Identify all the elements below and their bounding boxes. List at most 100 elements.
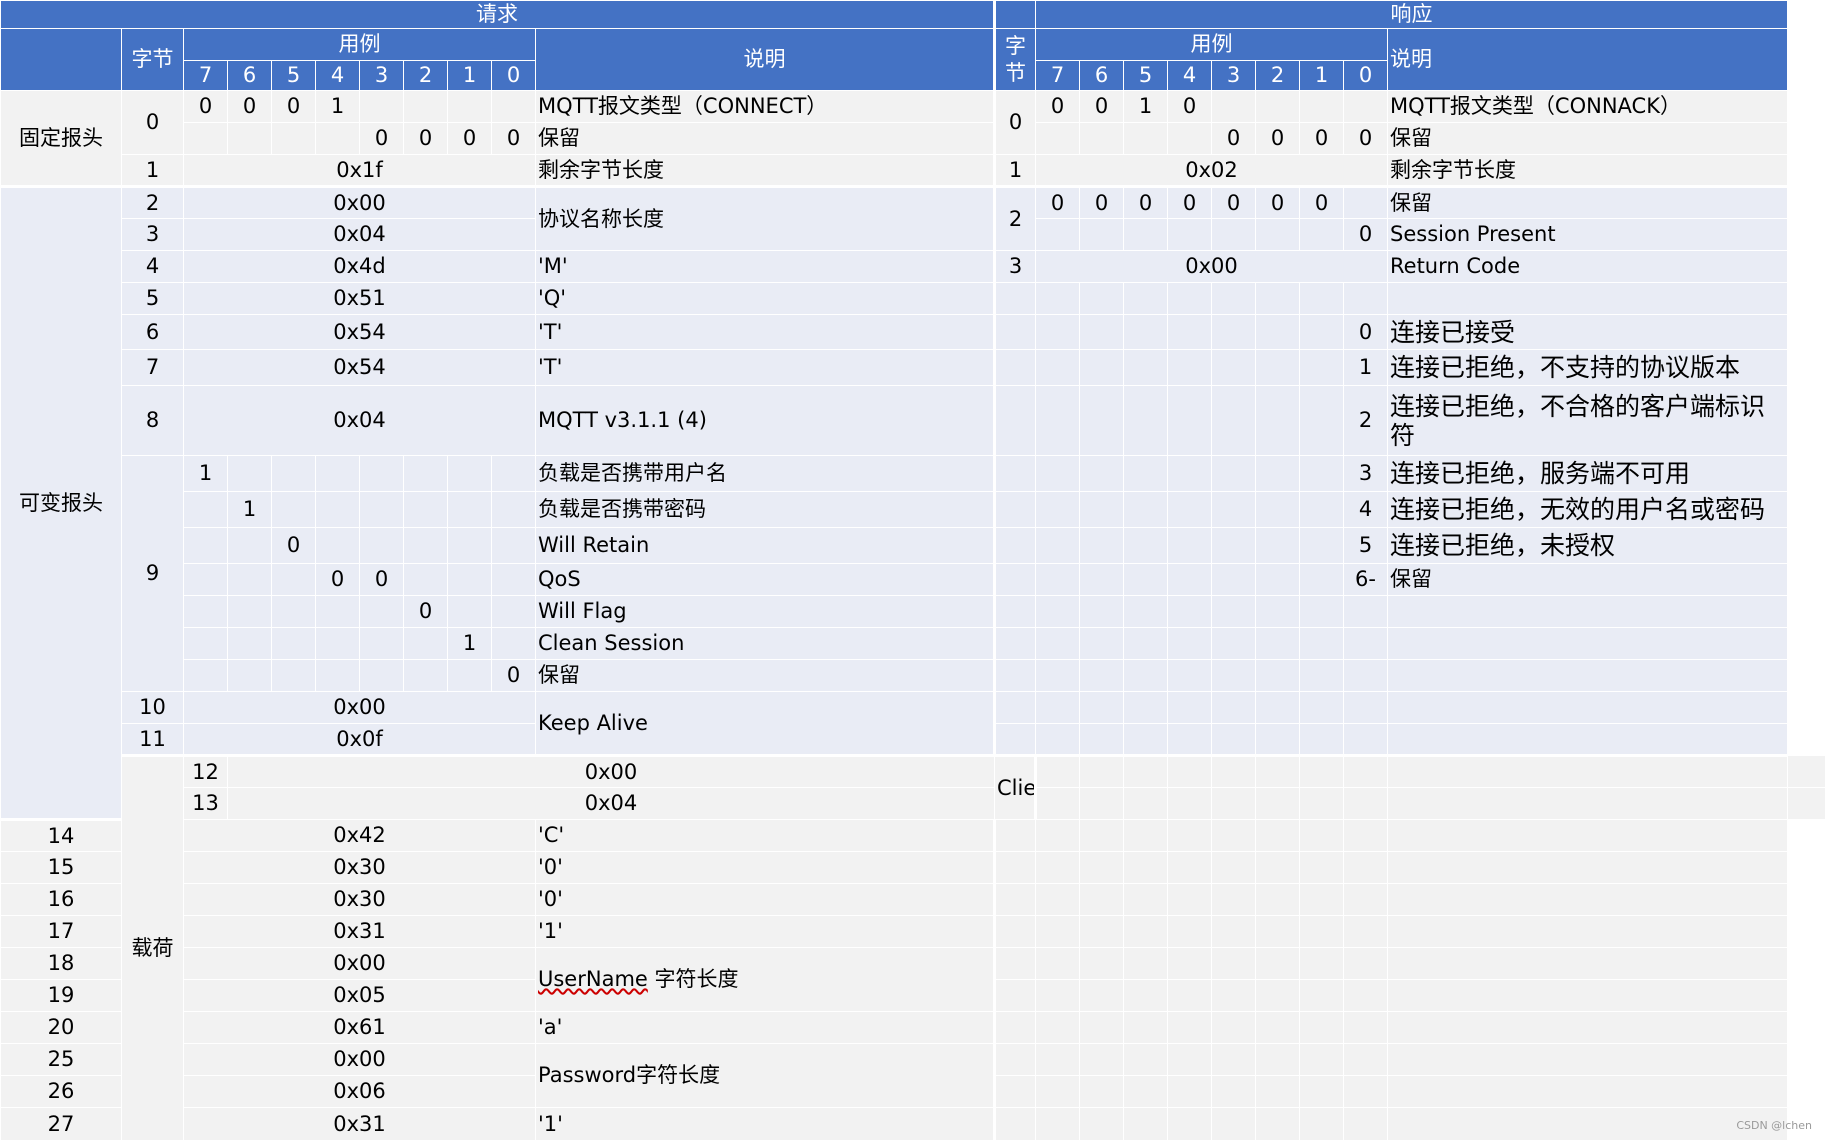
req-b4-value: 0x4d (183, 250, 536, 283)
req-byte-5: 5 (121, 282, 184, 315)
req-b1819-desc: UserName 字符长度 (535, 947, 996, 1012)
req-b10-value: 0x00 (183, 691, 536, 724)
req-byte-4: 4 (121, 250, 184, 283)
req-b9-desc-will-retain: Will Retain (535, 527, 996, 564)
req-b16-value: 0x30 (183, 883, 536, 916)
req-b15-desc: '0' (535, 851, 996, 884)
req-byte-15: 15 (0, 851, 122, 884)
resp-b2-bit5: 0 (1123, 186, 1168, 219)
byte-col-header: 字节 (121, 28, 184, 91)
req-byte-14: 14 (0, 819, 122, 852)
resp-bit-2-header: 2 (1255, 60, 1300, 91)
header-spacer (994, 0, 1036, 29)
req-byte-0: 0 (121, 90, 184, 155)
req-b9-desc-username: 负载是否携带用户名 (535, 455, 996, 492)
req-b25-value: 0x00 (183, 1043, 536, 1076)
resp-b2-bit4: 0 (1167, 186, 1212, 219)
req-b9-bit0: 0 (491, 659, 536, 692)
resp-b1-value: 0x02 (1035, 154, 1388, 188)
req-b9-bit1: 1 (447, 627, 492, 660)
bit-4-header: 4 (315, 60, 360, 91)
req-b0-desc-reserved: 保留 (535, 122, 996, 155)
resp-b2-bit7: 0 (1035, 186, 1080, 219)
resp-b2-bit6: 0 (1079, 186, 1124, 219)
bit-1-header: 1 (447, 60, 492, 91)
resp-desc-col-header: 说明 (1386, 28, 1789, 91)
resp-b1-desc: 剩余字节长度 (1386, 154, 1789, 188)
req-b5-desc: 'Q' (535, 282, 996, 315)
req-b23-desc: 协议名称长度 (535, 186, 996, 251)
req-byte-27: 27 (0, 1107, 122, 1141)
req-b9-bit3: 0 (359, 563, 404, 596)
resp-b0-bit5: 1 (1123, 90, 1168, 123)
req-b9-desc-password: 负载是否携带密码 (535, 491, 996, 528)
req-b0-desc-type: MQTT报文类型（CONNECT） (535, 90, 996, 123)
resp-code-2: 2 (1343, 385, 1388, 456)
req-b9-bit7: 1 (183, 455, 228, 492)
req-byte-25: 25 (0, 1043, 122, 1076)
req-b0-bit4: 1 (315, 90, 360, 123)
req-b1-value: 0x1f (183, 154, 536, 188)
req-b9-desc-reserved: 保留 (535, 659, 996, 692)
resp-code-6-desc: 保留 (1386, 563, 1789, 596)
req-byte-18: 18 (0, 947, 122, 980)
req-b0-bit7: 0 (183, 90, 228, 123)
desc-col-header: 说明 (535, 28, 996, 91)
resp-b2-bit1: 0 (1299, 186, 1344, 219)
resp-bit-3-header: 3 (1211, 60, 1256, 91)
req-b27-value: 0x31 (183, 1107, 536, 1141)
resp-code-0-desc: 连接已接受 (1386, 314, 1789, 350)
mqtt-connect-table: 请求 响应 字节 用例 说明 字节 用例 说明 7 6 5 4 3 2 1 0 … (0, 0, 1826, 1141)
req-byte-13: 13 (183, 787, 228, 820)
bit-6-header: 6 (227, 60, 272, 91)
req-b18-value: 0x00 (183, 947, 536, 980)
req-b20-desc: 'a' (535, 1011, 996, 1044)
section-payload-header: 载荷 (121, 755, 184, 1141)
resp-bit-0-header: 0 (1343, 60, 1388, 91)
req-b2-value: 0x00 (183, 186, 536, 219)
resp-byte-col-header: 字节 (994, 28, 1036, 91)
resp-b0-bit1: 0 (1299, 122, 1344, 155)
section-header-blank (0, 28, 122, 91)
req-b8-value: 0x04 (183, 385, 536, 456)
resp-b0-bit6: 0 (1079, 90, 1124, 123)
req-b19-value: 0x05 (183, 979, 536, 1012)
resp-bit-1-header: 1 (1299, 60, 1344, 91)
req-byte-3: 3 (121, 218, 184, 251)
resp-b0-bit0: 0 (1343, 122, 1388, 155)
req-b1819-desc-word: UserName (538, 967, 648, 991)
req-byte-17: 17 (0, 915, 122, 948)
req-byte-19: 19 (0, 979, 122, 1012)
req-b11-value: 0x0f (183, 723, 536, 757)
req-b0-bit2: 0 (403, 122, 448, 155)
req-b9-desc-clean-session: Clean Session (535, 627, 996, 660)
resp-code-4-desc: 连接已拒绝，无效的用户名或密码 (1386, 491, 1789, 528)
resp-byte-2: 2 (994, 186, 1036, 251)
req-b0-bit6: 0 (227, 90, 272, 123)
section-variable-header: 可变报头 (0, 186, 122, 821)
resp-b3-value: 0x00 (1035, 250, 1388, 283)
req-byte-6: 6 (121, 314, 184, 350)
req-b9-desc-qos: QoS (535, 563, 996, 596)
req-b0-bit3: 0 (359, 122, 404, 155)
req-b0-bit0: 0 (491, 122, 536, 155)
resp-code-5-desc: 连接已拒绝，未授权 (1386, 527, 1789, 564)
req-b16-desc: '0' (535, 883, 996, 916)
response-title: 响应 (1034, 0, 1789, 29)
req-b7-desc: 'T' (535, 349, 996, 386)
resp-byte-0: 0 (994, 90, 1036, 155)
req-byte-2: 2 (121, 186, 184, 219)
resp-example-col-header: 用例 (1035, 28, 1388, 61)
req-b13-value: 0x04 (227, 787, 995, 820)
resp-code-5: 5 (1343, 527, 1388, 564)
req-byte-12: 12 (183, 755, 228, 788)
req-byte-11: 11 (121, 723, 184, 757)
req-b5-value: 0x51 (183, 282, 536, 315)
req-b14-value: 0x42 (183, 819, 536, 852)
resp-b2-bit3: 0 (1211, 186, 1256, 219)
req-b2526-desc: Password字符长度 (535, 1043, 996, 1108)
resp-bit-6-header: 6 (1079, 60, 1124, 91)
req-b6-value: 0x54 (183, 314, 536, 350)
resp-b0-bit4: 0 (1167, 90, 1212, 123)
bit-5-header: 5 (271, 60, 316, 91)
